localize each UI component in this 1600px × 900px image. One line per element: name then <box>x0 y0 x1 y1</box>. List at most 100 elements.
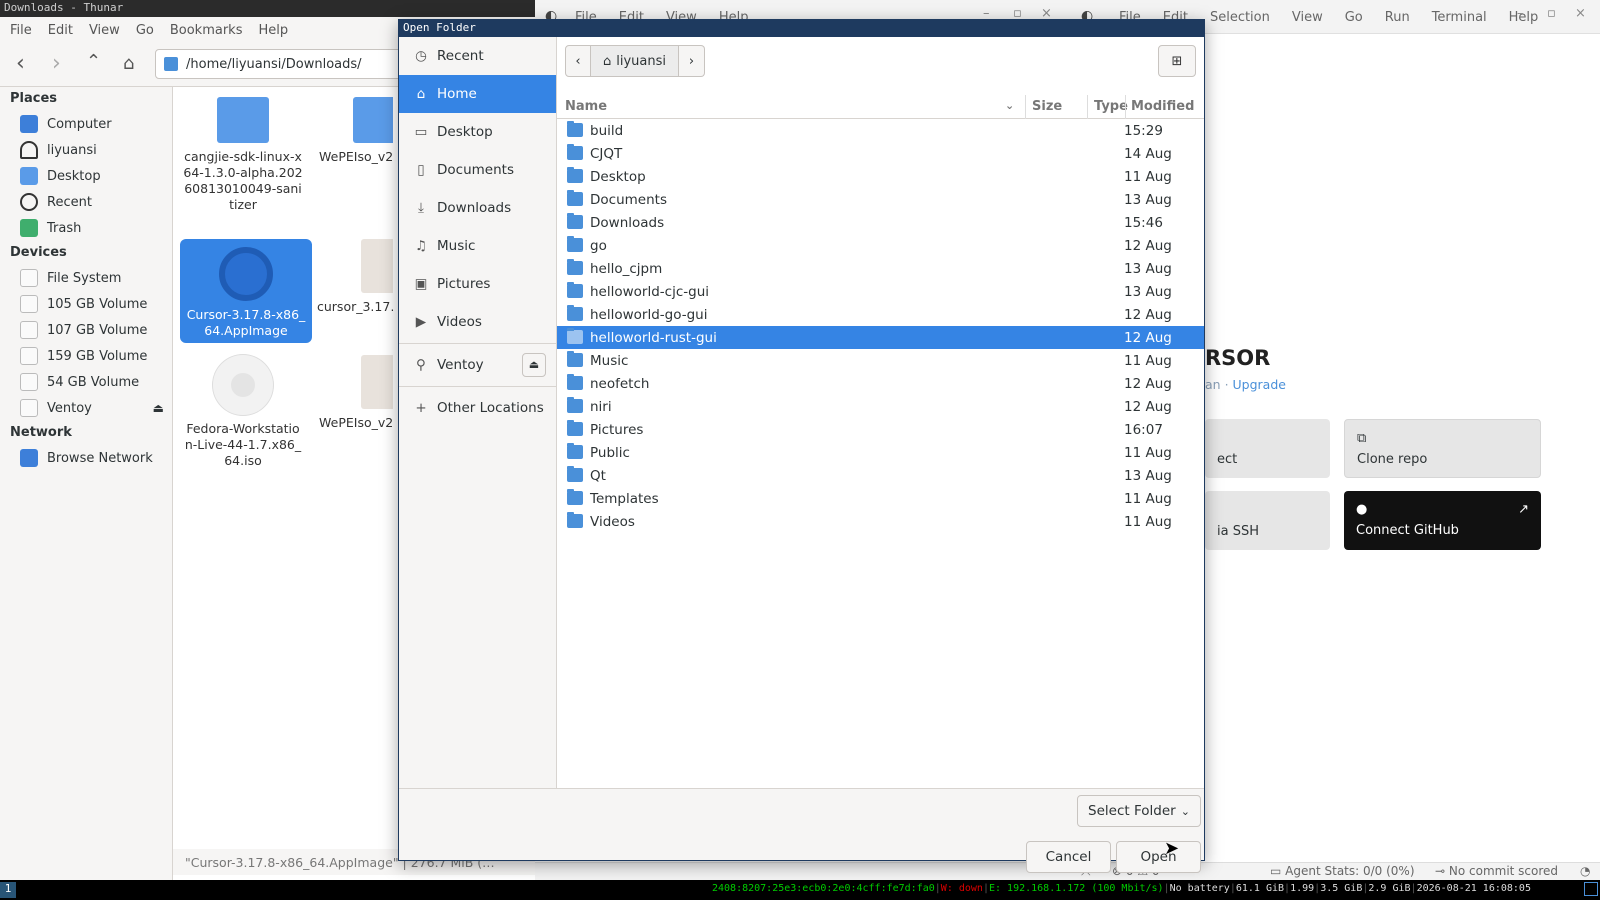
file-item[interactable]: cangjie-sdk-linux-x64-1.3.0-alpha.202608… <box>177 97 309 213</box>
table-row[interactable]: niri 12 Aug <box>557 395 1204 418</box>
place-computer[interactable]: Computer <box>0 111 172 137</box>
open-project-card[interactable]: ect <box>1205 419 1330 478</box>
path-back-button[interactable]: ‹ <box>565 45 591 77</box>
table-row[interactable]: Documents 13 Aug <box>557 188 1204 211</box>
bg2-menu-selection[interactable]: Selection <box>1210 10 1270 25</box>
ssh-card[interactable]: ia SSH <box>1205 491 1330 550</box>
bg2-menu-go[interactable]: Go <box>1345 10 1363 25</box>
dlg-place-recent[interactable]: ◷ Recent <box>399 37 556 75</box>
table-row[interactable]: Public 11 Aug <box>557 441 1204 464</box>
table-row[interactable]: Templates 11 Aug <box>557 487 1204 510</box>
path-forward-button[interactable]: › <box>679 45 705 77</box>
filter-select[interactable]: Select Folder ⌄ <box>1077 795 1201 827</box>
file-item[interactable]: cursor_3.17…64.de <box>313 239 393 315</box>
new-folder-button[interactable]: ⊞ <box>1158 45 1196 77</box>
place-desktop[interactable]: Desktop <box>0 163 172 189</box>
back-arrow-icon[interactable]: ‹ <box>16 51 25 76</box>
connect-github-card[interactable]: ● ↗ Connect GitHub <box>1344 491 1541 550</box>
menu-go[interactable]: Go <box>136 23 154 38</box>
agent-stats[interactable]: ▭ Agent Stats: 0/0 (0%) <box>1270 864 1415 878</box>
folder-icon <box>567 236 583 252</box>
workspace-button[interactable]: 1 <box>0 882 16 898</box>
device-54gb[interactable]: 54 GB Volume <box>0 369 172 395</box>
file-item[interactable]: WePEIso_v2.3.com <box>313 97 393 165</box>
external-arrow-icon: ↗ <box>1518 502 1529 517</box>
file-item[interactable]: Fedora-Workstation-Live-44-1.7.x86_64.is… <box>177 355 309 469</box>
table-row[interactable]: Videos 11 Aug <box>557 510 1204 533</box>
dlg-place-ventoy[interactable]: ⚲ Ventoy ⏏ <box>399 346 556 384</box>
clone-repo-card[interactable]: ⧉ Clone repo <box>1344 419 1541 478</box>
table-row[interactable]: hello_cjpm 13 Aug <box>557 257 1204 280</box>
bell-icon[interactable]: ◔ <box>1580 864 1590 878</box>
menu-file[interactable]: File <box>10 23 32 38</box>
dlg-place-videos[interactable]: ▶ Videos <box>399 303 556 341</box>
tray-icon[interactable] <box>1584 882 1598 896</box>
table-row[interactable]: Pictures 16:07 <box>557 418 1204 441</box>
eject-icon[interactable]: ⏏ <box>153 401 164 415</box>
usb-icon: ⚲ <box>416 357 426 373</box>
menu-view[interactable]: View <box>89 23 120 38</box>
commit-status[interactable]: ⊸ No commit scored <box>1435 864 1558 878</box>
path-crumb-home[interactable]: ⌂ liyuansi <box>591 45 679 77</box>
dlg-other-locations[interactable]: + Other Locations <box>399 389 556 427</box>
dlg-place-desktop[interactable]: ▭ Desktop <box>399 113 556 151</box>
dlg-place-documents[interactable]: ▯ Documents <box>399 151 556 189</box>
upgrade-link[interactable]: Upgrade <box>1233 377 1286 392</box>
place-home[interactable]: liyuansi <box>0 137 172 163</box>
table-row[interactable]: neofetch 12 Aug <box>557 372 1204 395</box>
file-item-selected[interactable]: Cursor-3.17.8-x86_64.AppImage <box>180 239 312 343</box>
folder-icon <box>567 213 583 229</box>
sort-chevron-icon[interactable]: ⌄ <box>1005 99 1014 112</box>
drive-icon <box>20 295 38 313</box>
table-row[interactable]: Music 11 Aug <box>557 349 1204 372</box>
eject-icon[interactable]: ⏏ <box>522 353 546 377</box>
menu-help[interactable]: Help <box>258 23 288 38</box>
device-105gb[interactable]: 105 GB Volume <box>0 291 172 317</box>
bg2-menu-run[interactable]: Run <box>1385 10 1410 25</box>
file-item[interactable]: WePEIso_v2.3.com <box>313 355 393 431</box>
place-trash[interactable]: Trash <box>0 215 172 241</box>
folder-list: build 15:29 CJQT 14 Aug Desktop 11 Aug Docu… <box>557 119 1204 533</box>
col-type[interactable]: Type <box>1094 99 1128 114</box>
table-row[interactable]: helloworld-go-gui 12 Aug <box>557 303 1204 326</box>
minimize-icon[interactable]: – <box>1517 6 1524 21</box>
forward-arrow-icon[interactable]: › <box>52 51 61 76</box>
dlg-place-pictures[interactable]: ▣ Pictures <box>399 265 556 303</box>
network-browse[interactable]: Browse Network <box>0 445 172 471</box>
table-row[interactable]: Desktop 11 Aug <box>557 165 1204 188</box>
close-icon[interactable]: × <box>1575 6 1586 21</box>
device-107gb[interactable]: 107 GB Volume <box>0 317 172 343</box>
table-row-selected[interactable]: helloworld-rust-gui 12 Aug <box>557 326 1204 349</box>
dlg-place-home[interactable]: ⌂ Home <box>399 75 556 113</box>
table-row[interactable]: Downloads 15:46 <box>557 211 1204 234</box>
table-row[interactable]: build 15:29 <box>557 119 1204 142</box>
menu-bookmarks[interactable]: Bookmarks <box>170 23 243 38</box>
folder-icon <box>567 167 583 183</box>
bg2-menu-terminal[interactable]: Terminal <box>1432 10 1487 25</box>
place-recent[interactable]: Recent <box>0 189 172 215</box>
dlg-place-music[interactable]: ♫ Music <box>399 227 556 265</box>
devices-header: Devices <box>10 245 67 260</box>
table-row[interactable]: helloworld-cjc-gui 13 Aug <box>557 280 1204 303</box>
home-icon[interactable]: ⌂ <box>123 53 134 74</box>
picture-icon: ▣ <box>414 276 428 292</box>
device-filesystem[interactable]: File System <box>0 265 172 291</box>
folder-icon <box>164 57 178 71</box>
appimage-gear-icon <box>219 247 273 301</box>
device-159gb[interactable]: 159 GB Volume <box>0 343 172 369</box>
up-arrow-icon[interactable]: ⌃ <box>86 51 101 72</box>
device-ventoy[interactable]: Ventoy ⏏ <box>0 395 172 421</box>
bg2-menu-view[interactable]: View <box>1292 10 1323 25</box>
location-bar[interactable]: /home/liyuansi/Downloads/ <box>155 49 415 79</box>
menu-edit[interactable]: Edit <box>48 23 73 38</box>
col-size[interactable]: Size <box>1032 99 1062 114</box>
table-row[interactable]: CJQT 14 Aug <box>557 142 1204 165</box>
open-button[interactable]: Open <box>1116 841 1201 873</box>
cancel-button[interactable]: Cancel <box>1026 841 1111 873</box>
col-name[interactable]: Name <box>565 99 607 114</box>
table-row[interactable]: Qt 13 Aug <box>557 464 1204 487</box>
col-modified[interactable]: Modified <box>1131 99 1194 114</box>
table-row[interactable]: go 12 Aug <box>557 234 1204 257</box>
maximize-icon[interactable]: ▫ <box>1547 6 1556 21</box>
dlg-place-downloads[interactable]: ⤓ Downloads <box>399 189 556 227</box>
